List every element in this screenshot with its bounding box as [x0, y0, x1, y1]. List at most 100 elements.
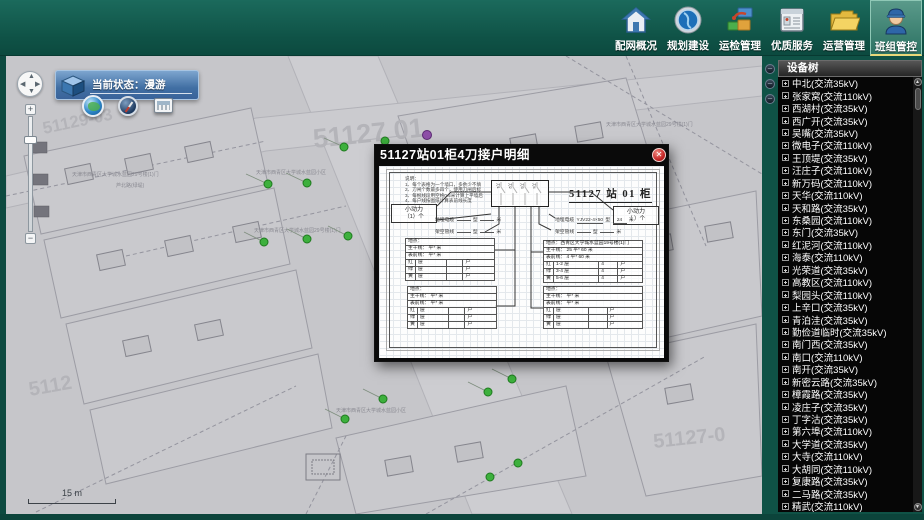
substation-marker[interactable] — [379, 395, 387, 403]
device-tree-item[interactable]: 南口(交流110kV) — [778, 351, 913, 363]
device-tree-item[interactable]: 张家窝(交流110kV) — [778, 89, 913, 101]
close-icon[interactable]: ✕ — [652, 148, 666, 162]
compass-tool-icon[interactable] — [118, 96, 138, 116]
device-tree-item[interactable]: 大学道(交流35kV) — [778, 438, 913, 450]
device-tree-item[interactable]: 凌庄子(交流35kV) — [778, 400, 913, 412]
expand-icon[interactable] — [782, 229, 789, 236]
expand-icon[interactable] — [782, 291, 789, 298]
device-tree-item[interactable]: 二马路(交流35kV) — [778, 487, 913, 499]
expand-icon[interactable] — [782, 304, 789, 311]
device-tree-item[interactable]: 上辛口(交流35kV) — [778, 301, 913, 313]
scroll-thumb[interactable] — [915, 88, 921, 110]
device-tree-item[interactable]: 南门西(交流35kV) — [778, 338, 913, 350]
pan-up-icon[interactable]: ▲ — [28, 73, 35, 80]
expand-icon[interactable] — [782, 416, 789, 423]
expand-icon[interactable] — [782, 241, 789, 248]
substation-marker[interactable] — [303, 179, 311, 187]
substation-marker[interactable] — [508, 375, 516, 383]
expand-icon[interactable] — [782, 440, 789, 447]
expand-icon[interactable] — [782, 117, 789, 124]
device-tree-item[interactable]: 东桑园(交流110kV) — [778, 214, 913, 226]
substation-marker[interactable] — [260, 238, 268, 246]
device-tree-item[interactable]: 复康路(交流35kV) — [778, 475, 913, 487]
expand-icon[interactable] — [782, 92, 789, 99]
pan-compass[interactable]: ▲ ▼ ◀ ▶ — [17, 71, 43, 97]
expand-icon[interactable] — [782, 254, 789, 261]
expand-icon[interactable] — [782, 503, 789, 510]
toolbar-item-grid-overview[interactable]: 配网概况 — [610, 0, 662, 56]
device-tree-item[interactable]: 勤俭道临时(交流35kV) — [778, 326, 913, 338]
scroll-up-icon[interactable]: ▲ — [914, 78, 922, 86]
device-tree-item[interactable]: 天华(交流110kV) — [778, 189, 913, 201]
expand-icon[interactable] — [782, 80, 789, 87]
scroll-down-icon[interactable]: ▼ — [914, 503, 922, 511]
expand-icon[interactable] — [782, 465, 789, 472]
substation-marker[interactable] — [303, 235, 311, 243]
device-tree-item[interactable]: 红泥河(交流110kV) — [778, 239, 913, 251]
expand-icon[interactable] — [782, 316, 789, 323]
expand-icon[interactable] — [782, 403, 789, 410]
globe-tool-icon[interactable] — [82, 95, 104, 117]
device-tree-item[interactable]: 海泰(交流110kV) — [778, 251, 913, 263]
substation-marker[interactable] — [514, 459, 522, 467]
expand-icon[interactable] — [782, 266, 789, 273]
device-tree-item[interactable]: 光荣道(交流35kV) — [778, 264, 913, 276]
substation-marker[interactable] — [484, 388, 492, 396]
expand-icon[interactable] — [782, 204, 789, 211]
device-tree-item[interactable]: 王顶堤(交流35kV) — [778, 152, 913, 164]
device-tree-item[interactable]: 青泊洼(交流35kV) — [778, 313, 913, 325]
device-tree-item[interactable]: 南开(交流35kV) — [778, 363, 913, 375]
expand-icon[interactable] — [782, 341, 789, 348]
device-tree-scrollbar[interactable]: ▲ ▼ — [913, 77, 922, 512]
substation-marker[interactable] — [341, 415, 349, 423]
expand-icon[interactable] — [782, 105, 789, 112]
zoom-slider[interactable]: + − — [25, 104, 36, 244]
expand-icon[interactable] — [782, 217, 789, 224]
device-tree-item[interactable]: 丁字沽(交流35kV) — [778, 413, 913, 425]
toolbar-item-inspection[interactable]: 运检管理 — [714, 0, 766, 56]
expand-icon[interactable] — [782, 167, 789, 174]
panel-collapse-button[interactable]: ─ — [765, 64, 775, 74]
pan-right-icon[interactable]: ▶ — [35, 81, 40, 88]
toolbar-item-team-control[interactable]: 班组管控 — [870, 0, 922, 56]
zoom-out-button[interactable]: − — [25, 233, 36, 244]
expand-icon[interactable] — [782, 391, 789, 398]
pan-left-icon[interactable]: ◀ — [20, 81, 25, 88]
device-tree-item[interactable]: 新万码(交流110kV) — [778, 177, 913, 189]
device-tree-item[interactable]: 东门(交流35kV) — [778, 226, 913, 238]
panel-menu-button[interactable]: ─ — [765, 94, 775, 104]
expand-icon[interactable] — [782, 328, 789, 335]
measure-tool-icon[interactable] — [154, 98, 173, 113]
expand-icon[interactable] — [782, 378, 789, 385]
expand-icon[interactable] — [782, 179, 789, 186]
toolbar-item-service[interactable]: 优质服务 — [766, 0, 818, 56]
substation-marker[interactable] — [486, 473, 494, 481]
substation-marker-selected[interactable] — [423, 131, 432, 140]
device-tree-item[interactable]: 精武(交流110kV) — [778, 500, 913, 512]
expand-icon[interactable] — [782, 154, 789, 161]
device-tree-item[interactable]: 樟霞路(交流35kV) — [778, 388, 913, 400]
zoom-in-button[interactable]: + — [25, 104, 36, 115]
device-tree-item[interactable]: 大胡同(交流110kV) — [778, 463, 913, 475]
device-tree-item[interactable]: 微电子(交流110kV) — [778, 139, 913, 151]
device-tree-item[interactable]: 中北(交流35kV) — [778, 77, 913, 89]
expand-icon[interactable] — [782, 366, 789, 373]
device-tree-item[interactable]: 梨园头(交流110kV) — [778, 288, 913, 300]
substation-marker[interactable] — [340, 143, 348, 151]
pan-down-icon[interactable]: ▼ — [28, 88, 35, 95]
expand-icon[interactable] — [782, 428, 789, 435]
device-tree-item[interactable]: 西广开(交流35kV) — [778, 114, 913, 126]
device-tree-item[interactable]: 大寺(交流110kV) — [778, 450, 913, 462]
zoom-slider-handle[interactable] — [24, 136, 37, 144]
expand-icon[interactable] — [782, 279, 789, 286]
device-tree-item[interactable]: 天和路(交流35kV) — [778, 201, 913, 213]
expand-icon[interactable] — [782, 453, 789, 460]
device-tree-item[interactable]: 汪庄子(交流110kV) — [778, 164, 913, 176]
substation-marker[interactable] — [344, 232, 352, 240]
expand-icon[interactable] — [782, 353, 789, 360]
toolbar-item-planning[interactable]: 规划建设 — [662, 0, 714, 56]
expand-icon[interactable] — [782, 129, 789, 136]
substation-marker[interactable] — [264, 180, 272, 188]
expand-icon[interactable] — [782, 142, 789, 149]
device-tree-item[interactable]: 第六埠(交流110kV) — [778, 425, 913, 437]
